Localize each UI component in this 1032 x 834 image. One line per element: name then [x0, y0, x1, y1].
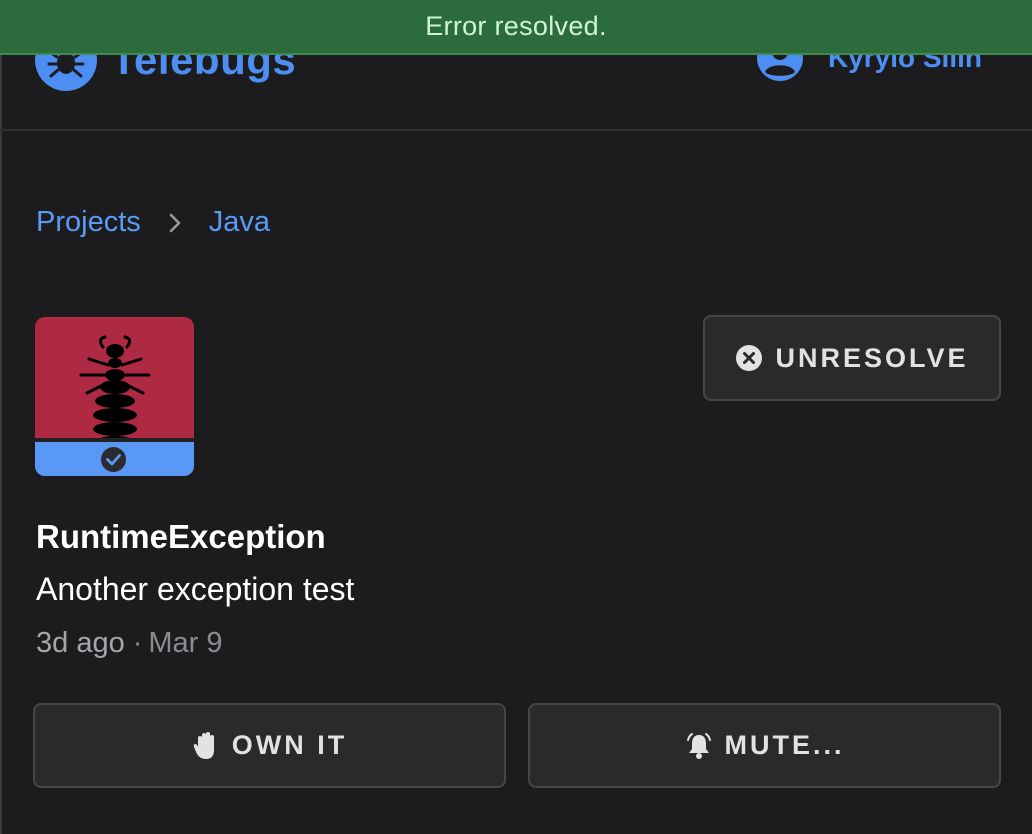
bell-icon — [686, 732, 711, 759]
meta-separator: · — [132, 627, 143, 659]
breadcrumb: Projects Java — [36, 206, 270, 239]
unresolve-button[interactable]: UNRESOLVE — [703, 315, 1001, 401]
breadcrumb-item-projects[interactable]: Projects — [36, 206, 141, 239]
own-it-label: OWN IT — [231, 730, 348, 760]
resolved-strip — [35, 438, 194, 476]
error-message: Another exception test — [36, 571, 355, 607]
error-icon-tile — [35, 317, 194, 476]
toast-message: Error resolved. — [425, 11, 607, 41]
error-meta: 3d ago · Mar 9 — [36, 627, 223, 660]
own-it-button[interactable]: OWN IT — [33, 703, 506, 788]
mute-button[interactable]: MUTE... — [528, 703, 1001, 788]
toast-notification: Error resolved. — [0, 0, 1032, 55]
relative-time: 3d ago — [36, 627, 125, 659]
chevron-right-icon — [169, 213, 181, 232]
error-date: Mar 9 — [148, 627, 223, 659]
unresolve-label: UNRESOLVE — [775, 342, 969, 373]
mute-label: MUTE... — [724, 730, 845, 760]
breadcrumb-item-java[interactable]: Java — [209, 206, 270, 239]
error-title: RuntimeException — [36, 518, 326, 555]
x-circle-icon — [736, 345, 763, 371]
check-circle-icon — [101, 447, 126, 472]
hand-icon — [193, 731, 214, 759]
